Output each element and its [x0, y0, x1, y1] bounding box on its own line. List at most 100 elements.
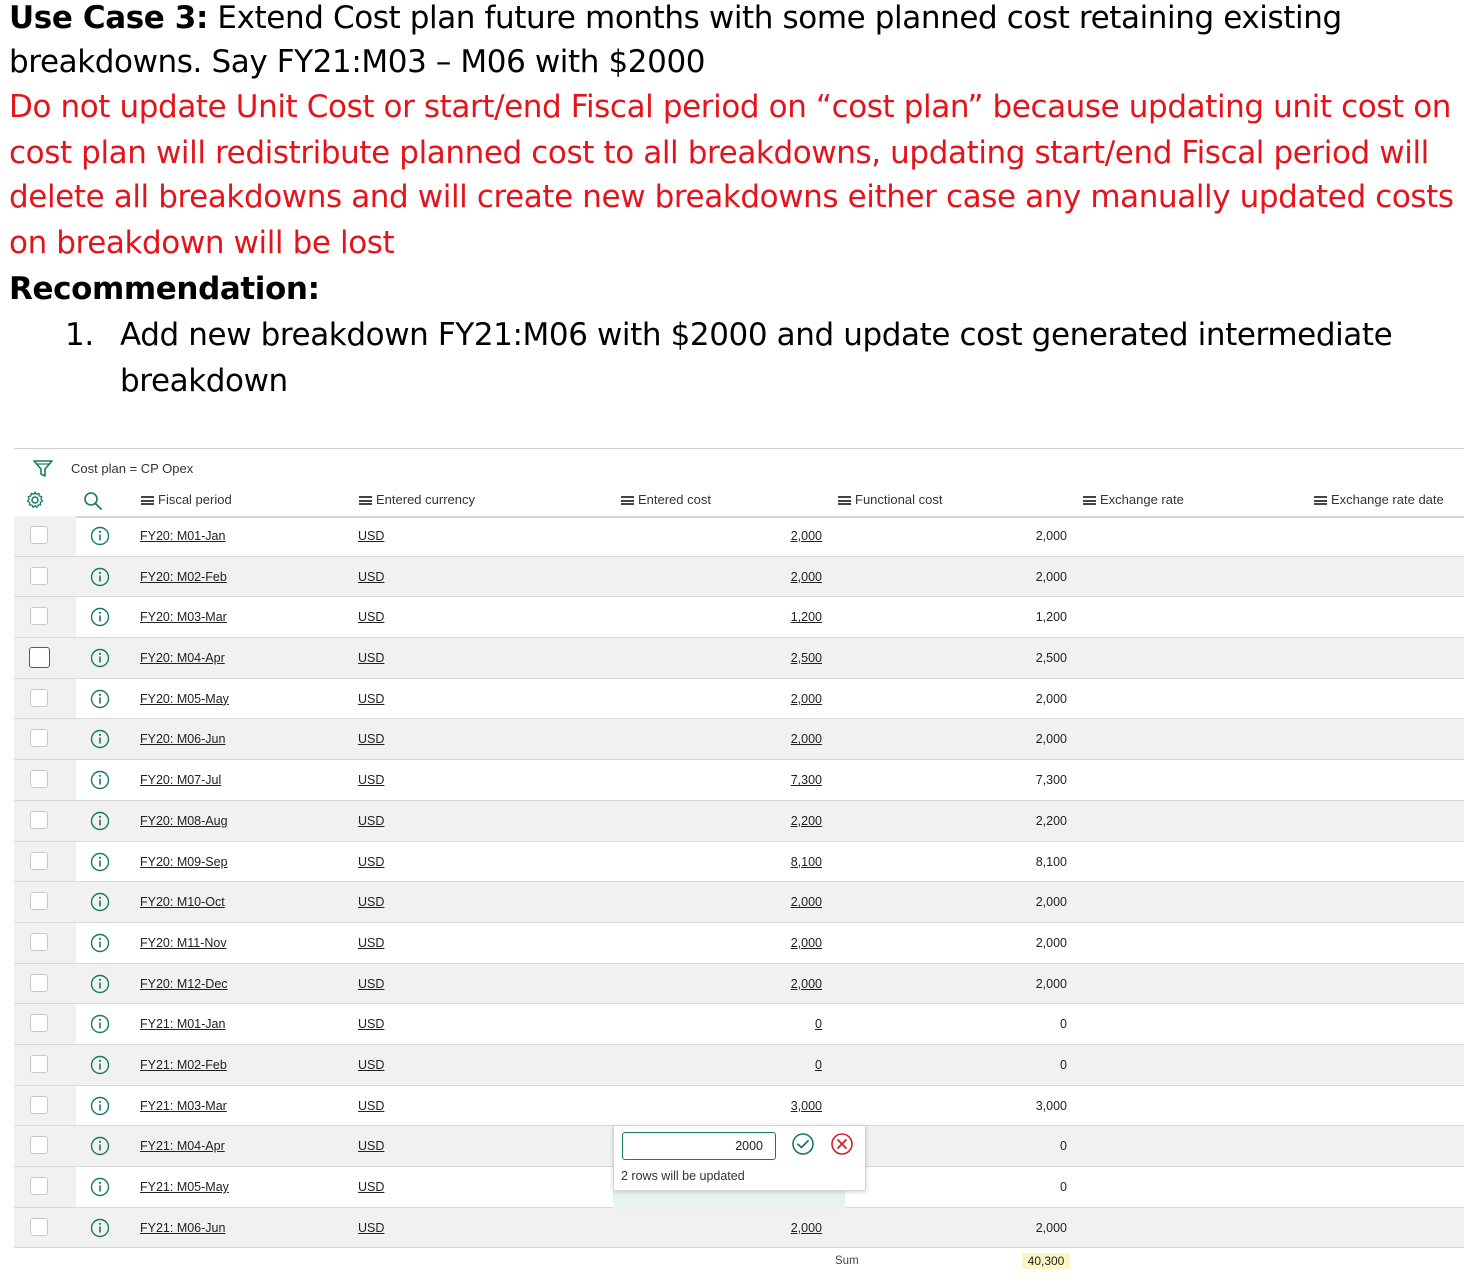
row-checkbox[interactable] [30, 973, 48, 992]
currency-link[interactable]: USD [358, 1099, 384, 1113]
row-checkbox[interactable] [30, 526, 48, 544]
info-icon[interactable] [90, 526, 110, 551]
column-header-fiscal-period[interactable]: Fiscal period [141, 492, 232, 507]
column-menu-icon[interactable] [838, 496, 851, 505]
info-icon[interactable] [90, 770, 110, 795]
table-row[interactable]: FY21: M01-Jan USD 0 0 [14, 1004, 1464, 1045]
info-icon[interactable] [90, 1218, 110, 1243]
column-menu-icon[interactable] [1083, 496, 1096, 505]
confirm-check-icon[interactable] [791, 1132, 815, 1161]
table-row[interactable]: FY20: M06-Jun USD 2,000 2,000 [14, 719, 1464, 761]
table-row[interactable]: FY20: M12-Dec USD 2,000 2,000 [14, 963, 1464, 1005]
fiscal-period-link[interactable]: FY20: M07-Jul [140, 773, 221, 787]
currency-link[interactable]: USD [358, 732, 384, 746]
table-row[interactable]: FY21: M02-Feb USD 0 0 [14, 1044, 1464, 1086]
currency-link[interactable]: USD [358, 1017, 384, 1031]
row-checkbox[interactable] [30, 1054, 48, 1073]
column-menu-icon[interactable] [1314, 496, 1327, 505]
entered-cost-link[interactable]: 2,000 [791, 692, 822, 706]
table-row[interactable]: FY20: M11-Nov USD 2,000 2,000 [14, 922, 1464, 964]
row-checkbox[interactable] [30, 688, 48, 707]
search-icon[interactable] [83, 491, 103, 516]
info-icon[interactable] [90, 1136, 110, 1161]
currency-link[interactable]: USD [358, 570, 384, 584]
table-row[interactable]: FY21: M03-Mar USD 3,000 3,000 [14, 1085, 1464, 1127]
entered-cost-link[interactable]: 2,000 [791, 732, 822, 746]
fiscal-period-link[interactable]: FY21: M01-Jan [140, 1017, 225, 1031]
row-checkbox[interactable] [30, 1095, 48, 1114]
currency-link[interactable]: USD [358, 895, 384, 909]
entered-cost-link[interactable]: 2,000 [791, 936, 822, 950]
info-icon[interactable] [90, 933, 110, 958]
info-icon[interactable] [90, 811, 110, 836]
fiscal-period-link[interactable]: FY20: M09-Sep [140, 855, 228, 869]
entered-cost-link[interactable]: 2,000 [791, 977, 822, 991]
info-icon[interactable] [90, 607, 110, 632]
entered-cost-link[interactable]: 3,000 [791, 1099, 822, 1113]
info-icon[interactable] [90, 1055, 110, 1080]
entered-cost-link[interactable]: 8,100 [791, 855, 822, 869]
table-row[interactable]: FY20: M07-Jul USD 7,300 7,300 [14, 760, 1464, 801]
entered-cost-link[interactable]: 2,000 [791, 570, 822, 584]
column-menu-icon[interactable] [621, 496, 634, 505]
info-icon[interactable] [90, 1177, 110, 1202]
fiscal-period-link[interactable]: FY20: M06-Jun [140, 732, 225, 746]
currency-link[interactable]: USD [358, 814, 384, 828]
fiscal-period-link[interactable]: FY21: M04-Apr [140, 1139, 225, 1153]
row-checkbox[interactable] [30, 770, 48, 789]
gear-icon[interactable] [25, 490, 45, 515]
info-icon[interactable] [90, 892, 110, 917]
row-checkbox[interactable] [30, 932, 48, 951]
table-row[interactable]: FY20: M05-May USD 2,000 2,000 [14, 678, 1464, 720]
entered-cost-link[interactable]: 2,200 [791, 814, 822, 828]
row-checkbox[interactable] [30, 1177, 48, 1195]
currency-link[interactable]: USD [358, 855, 384, 869]
entered-cost-link[interactable]: 2,500 [791, 651, 822, 665]
row-checkbox[interactable] [30, 1217, 48, 1236]
row-checkbox[interactable] [30, 892, 48, 911]
column-header-exchange-rate[interactable]: Exchange rate [1083, 492, 1184, 507]
entered-cost-link[interactable]: 0 [815, 1058, 822, 1072]
table-row[interactable]: FY20: M04-Apr USD 2,500 2,500 [14, 638, 1464, 679]
column-menu-icon[interactable] [141, 496, 154, 505]
row-checkbox[interactable] [30, 1014, 48, 1033]
info-icon[interactable] [90, 1096, 110, 1121]
info-icon[interactable] [90, 648, 110, 673]
table-row[interactable]: FY20: M03-Mar USD 1,200 1,200 [14, 597, 1464, 639]
row-checkbox[interactable] [30, 810, 48, 829]
currency-link[interactable]: USD [358, 610, 384, 624]
fiscal-period-link[interactable]: FY21: M05-May [140, 1180, 229, 1194]
entered-cost-link[interactable]: 1,200 [791, 610, 822, 624]
fiscal-period-link[interactable]: FY20: M10-Oct [140, 895, 225, 909]
currency-link[interactable]: USD [358, 977, 384, 991]
info-icon[interactable] [90, 567, 110, 592]
table-row[interactable]: FY20: M10-Oct USD 2,000 2,000 [14, 882, 1464, 923]
fiscal-period-link[interactable]: FY21: M02-Feb [140, 1058, 227, 1072]
cancel-x-icon[interactable] [830, 1132, 854, 1161]
row-checkbox[interactable] [29, 647, 50, 669]
info-icon[interactable] [90, 1014, 110, 1039]
row-checkbox[interactable] [30, 566, 48, 585]
table-row[interactable]: FY20: M08-Aug USD 2,200 2,200 [14, 800, 1464, 842]
info-icon[interactable] [90, 689, 110, 714]
entered-cost-link[interactable]: 0 [815, 1017, 822, 1031]
info-icon[interactable] [90, 852, 110, 877]
fiscal-period-link[interactable]: FY20: M11-Nov [140, 936, 227, 950]
currency-link[interactable]: USD [358, 651, 384, 665]
table-row[interactable]: FY20: M09-Sep USD 8,100 8,100 [14, 841, 1464, 883]
fiscal-period-link[interactable]: FY20: M03-Mar [140, 610, 227, 624]
info-icon[interactable] [90, 729, 110, 754]
fiscal-period-link[interactable]: FY20: M05-May [140, 692, 229, 706]
row-checkbox[interactable] [30, 851, 48, 870]
currency-link[interactable]: USD [358, 1221, 384, 1235]
table-row[interactable]: FY21: M06-Jun USD 2,000 2,000 [14, 1207, 1464, 1249]
currency-link[interactable]: USD [358, 1139, 384, 1153]
entered-cost-link[interactable]: 2,000 [791, 895, 822, 909]
currency-link[interactable]: USD [358, 773, 384, 787]
row-checkbox[interactable] [30, 729, 48, 748]
currency-link[interactable]: USD [358, 692, 384, 706]
entered-cost-link[interactable]: 2,000 [791, 529, 822, 543]
currency-link[interactable]: USD [358, 1180, 384, 1194]
fiscal-period-link[interactable]: FY20: M12-Dec [140, 977, 228, 991]
table-row[interactable]: FY20: M01-Jan USD 2,000 2,000 [14, 516, 1464, 557]
